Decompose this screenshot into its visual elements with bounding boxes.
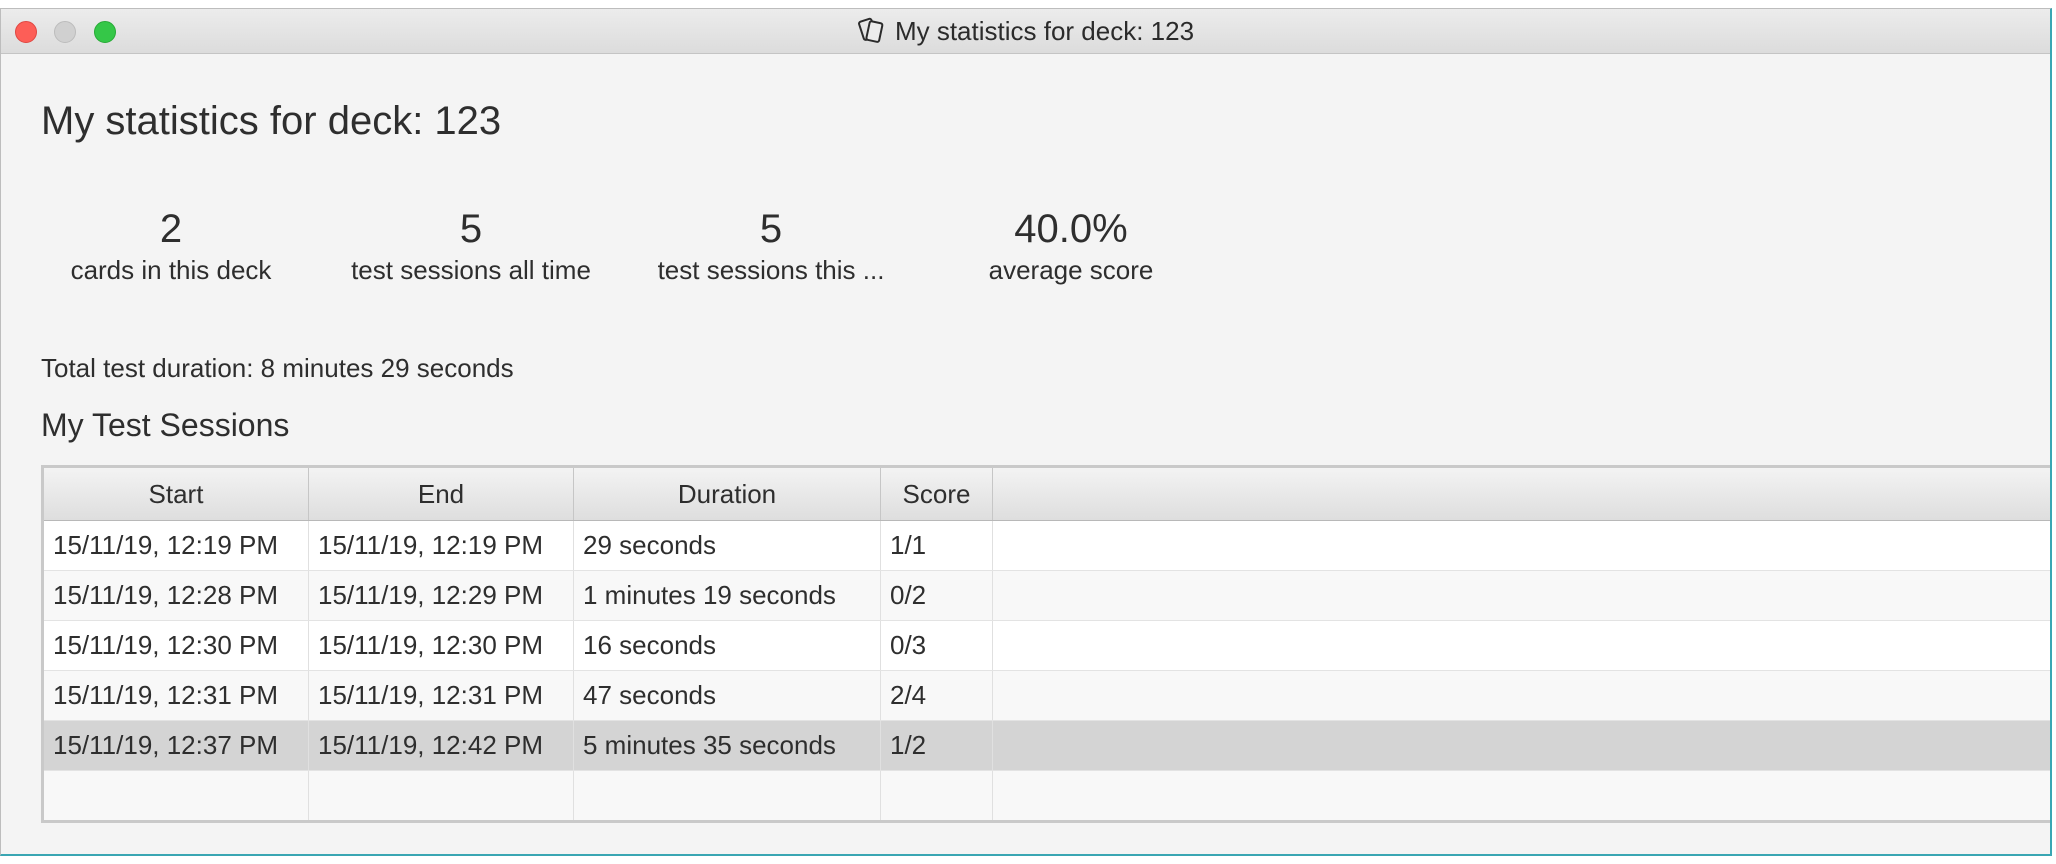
cell-score: 0/2	[881, 571, 993, 620]
stat-label: average score	[988, 255, 1154, 285]
column-header-end[interactable]: End	[309, 468, 574, 520]
table-header: Start End Duration Score	[44, 468, 2050, 521]
cell-filler	[993, 621, 2050, 670]
cell-filler	[993, 671, 2050, 720]
table-row[interactable]: 15/11/19, 12:30 PM 15/11/19, 12:30 PM 16…	[44, 621, 2050, 671]
stat-sessions-this-period: 5 test sessions this ...	[631, 205, 911, 287]
cell-end: 15/11/19, 12:31 PM	[309, 671, 574, 720]
title-bar[interactable]: My statistics for deck: 123	[1, 9, 2050, 54]
sessions-table[interactable]: Start End Duration Score 15/11/19, 12:19…	[41, 465, 2050, 823]
table-row[interactable]: 15/11/19, 12:19 PM 15/11/19, 12:19 PM 29…	[44, 521, 2050, 571]
sessions-section-title: My Test Sessions	[41, 407, 290, 443]
cell-empty	[309, 771, 574, 820]
window-title: My statistics for deck: 123	[894, 15, 1195, 46]
cell-end: 15/11/19, 12:30 PM	[309, 621, 574, 670]
page-title: My statistics for deck: 123	[41, 99, 502, 143]
cell-start: 15/11/19, 12:30 PM	[44, 621, 309, 670]
stat-sessions-all-time: 5 test sessions all time	[331, 205, 611, 287]
cell-filler	[993, 721, 2050, 770]
stat-label: cards in this deck	[70, 255, 272, 285]
cell-score: 1/2	[881, 721, 993, 770]
column-header-score[interactable]: Score	[881, 468, 993, 520]
column-header-start[interactable]: Start	[44, 468, 309, 520]
stat-average-score: 40.0% average score	[931, 205, 1211, 287]
stat-cards-in-deck: 2 cards in this deck	[31, 205, 311, 287]
cell-duration: 16 seconds	[574, 621, 881, 670]
column-header-filler	[993, 468, 2050, 520]
stat-label: test sessions all time	[351, 255, 591, 285]
cell-empty	[881, 771, 993, 820]
cell-start: 15/11/19, 12:37 PM	[44, 721, 309, 770]
window-title-group: My statistics for deck: 123	[1, 9, 2050, 53]
cell-end: 15/11/19, 12:29 PM	[309, 571, 574, 620]
cell-score: 2/4	[881, 671, 993, 720]
table-row-selected[interactable]: 15/11/19, 12:37 PM 15/11/19, 12:42 PM 5 …	[44, 721, 2050, 771]
stat-value: 5	[759, 207, 783, 251]
cell-filler	[993, 571, 2050, 620]
cell-duration: 29 seconds	[574, 521, 881, 570]
cell-filler	[993, 771, 2050, 820]
cell-score: 0/3	[881, 621, 993, 670]
cell-start: 15/11/19, 12:19 PM	[44, 521, 309, 570]
total-test-duration: Total test duration: 8 minutes 29 second…	[41, 353, 514, 383]
column-header-duration[interactable]: Duration	[574, 468, 881, 520]
stat-value: 40.0%	[1014, 207, 1128, 251]
stat-value: 5	[459, 207, 483, 251]
stat-value: 2	[159, 207, 183, 251]
cell-end: 15/11/19, 12:42 PM	[309, 721, 574, 770]
table-row[interactable]: 15/11/19, 12:31 PM 15/11/19, 12:31 PM 47…	[44, 671, 2050, 721]
cell-duration: 5 minutes 35 seconds	[574, 721, 881, 770]
cell-start: 15/11/19, 12:31 PM	[44, 671, 309, 720]
statistics-window: My statistics for deck: 123 My statistic…	[0, 8, 2052, 856]
cell-end: 15/11/19, 12:19 PM	[309, 521, 574, 570]
cell-score: 1/1	[881, 521, 993, 570]
cell-duration: 1 minutes 19 seconds	[574, 571, 881, 620]
cell-start: 15/11/19, 12:28 PM	[44, 571, 309, 620]
table-row[interactable]: 15/11/19, 12:28 PM 15/11/19, 12:29 PM 1 …	[44, 571, 2050, 621]
cell-empty	[574, 771, 881, 820]
stat-label: test sessions this ...	[657, 255, 885, 285]
cell-duration: 47 seconds	[574, 671, 881, 720]
cell-empty	[44, 771, 309, 820]
cards-icon	[857, 17, 887, 45]
cell-filler	[993, 521, 2050, 570]
table-row-empty	[44, 771, 2050, 820]
